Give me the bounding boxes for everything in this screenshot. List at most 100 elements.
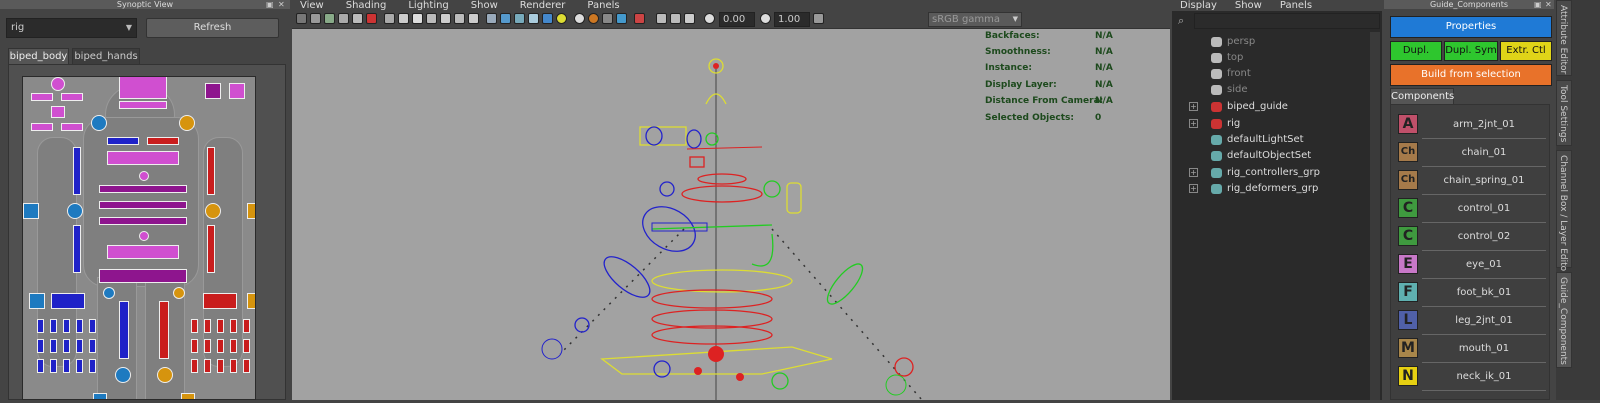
upperarm-r-control[interactable]	[73, 147, 81, 195]
spine-1-control[interactable]	[99, 185, 187, 193]
image-plane-icon[interactable]	[338, 13, 349, 24]
head-control[interactable]	[119, 77, 167, 99]
hand-ik-r-control[interactable]	[29, 293, 45, 309]
outliner-item-rig-controllers-grp[interactable]: + rig_controllers_grp	[1172, 165, 1370, 181]
finger-r-5b[interactable]	[89, 339, 96, 353]
finger-r-4b[interactable]	[76, 339, 83, 353]
finger-r-3c[interactable]	[63, 359, 70, 373]
gate-mask-icon[interactable]	[426, 13, 437, 24]
default-light-icon[interactable]	[556, 13, 567, 24]
2d-pan-zoom-icon[interactable]	[352, 13, 363, 24]
grease-pencil-icon[interactable]	[366, 13, 377, 24]
outliner-item-defaultlightset[interactable]: defaultLightSet	[1172, 132, 1370, 148]
finger-l-3a[interactable]	[217, 319, 224, 333]
expand-icon[interactable]: +	[1189, 184, 1198, 193]
outliner-item-defaultobjectset[interactable]: defaultObjectSet	[1172, 148, 1370, 164]
menu-view[interactable]: View	[300, 0, 324, 11]
bookmarks-icon[interactable]	[324, 13, 335, 24]
finger-r-1a[interactable]	[37, 319, 44, 333]
extr-ctl-button[interactable]: Extr. Ctl	[1500, 41, 1552, 61]
xray-icon[interactable]	[656, 13, 667, 24]
finger-r-5a[interactable]	[89, 319, 96, 333]
shoulder-l-control[interactable]	[179, 115, 195, 131]
float-icon[interactable]: ▣	[266, 0, 274, 9]
outliner-item-rig-deformers-grp[interactable]: + rig_deformers_grp	[1172, 181, 1370, 197]
arm-pv-l-control[interactable]	[247, 203, 255, 219]
resolution-gate-icon[interactable]	[412, 13, 423, 24]
leg-pv-r-control[interactable]	[93, 393, 107, 399]
spine-2-control[interactable]	[99, 201, 187, 209]
forearm-l-control[interactable]	[207, 225, 215, 273]
mouth-r-control[interactable]	[31, 123, 53, 131]
arm-pv-r-control[interactable]	[23, 203, 39, 219]
film-gate-icon[interactable]	[398, 13, 409, 24]
finger-r-3b[interactable]	[63, 339, 70, 353]
expand-icon[interactable]: +	[1189, 119, 1198, 128]
finger-r-4a[interactable]	[76, 319, 83, 333]
expand-icon[interactable]: +	[1189, 168, 1198, 177]
component-leg-2jnt[interactable]: Lleg_2jnt_01	[1398, 308, 1548, 335]
menu-renderer[interactable]: Renderer	[520, 0, 566, 11]
hip-r-control[interactable]	[103, 287, 115, 299]
finger-r-1b[interactable]	[37, 339, 44, 353]
leg-pv-l-control[interactable]	[181, 393, 195, 399]
finger-l-3c[interactable]	[217, 359, 224, 373]
clavicle-l-control[interactable]	[147, 137, 179, 145]
gamma-field[interactable]: 1.00	[774, 12, 810, 27]
menu-shading[interactable]: Shading	[346, 0, 387, 11]
finger-l-3b[interactable]	[217, 339, 224, 353]
clavicle-r-control[interactable]	[107, 137, 139, 145]
anti-aliasing-icon[interactable]	[616, 13, 627, 24]
finger-l-2a[interactable]	[204, 319, 211, 333]
close-icon[interactable]: ✕	[1545, 0, 1552, 9]
thigh-l-control[interactable]	[159, 301, 169, 359]
component-foot-bk[interactable]: Ffoot_bk_01	[1398, 280, 1548, 307]
color-space-select[interactable]: sRGB gamma ▼	[928, 12, 1022, 27]
dupl-sym-button[interactable]: Dupl. Sym	[1444, 41, 1498, 61]
finger-r-2c[interactable]	[50, 359, 57, 373]
properties-button[interactable]: Properties	[1390, 16, 1552, 38]
spine-3-control[interactable]	[99, 217, 187, 225]
hip-l-control[interactable]	[173, 287, 185, 299]
elbow-r-control[interactable]	[67, 203, 83, 219]
neck-control[interactable]	[119, 101, 167, 109]
outliner-item-rig[interactable]: + rig	[1172, 116, 1370, 132]
xray-active-components-icon[interactable]	[670, 13, 681, 24]
menu-show[interactable]: Show	[1235, 0, 1262, 11]
outliner-scrollbar[interactable]	[1370, 32, 1380, 400]
finger-r-2b[interactable]	[50, 339, 57, 353]
menu-lighting[interactable]: Lighting	[408, 0, 448, 11]
elbow-l-control[interactable]	[205, 203, 221, 219]
side-tab-guide-components[interactable]: Guide_Components	[1556, 272, 1572, 368]
finger-l-5a[interactable]	[243, 319, 250, 333]
build-from-selection-button[interactable]: Build from selection	[1390, 64, 1552, 86]
exposure-icon[interactable]	[704, 13, 715, 24]
hand-l-control[interactable]	[203, 293, 237, 309]
component-chain-spring[interactable]: Ch chain_spring_01	[1398, 168, 1548, 195]
field-chart-icon[interactable]	[440, 13, 451, 24]
nose-control[interactable]	[51, 106, 65, 118]
upperarm-l-control[interactable]	[207, 147, 215, 195]
textured-icon[interactable]	[528, 13, 539, 24]
smooth-shade-icon[interactable]	[500, 13, 511, 24]
float-icon[interactable]: ▣	[1534, 0, 1542, 9]
mouth-l-control[interactable]	[61, 123, 83, 131]
close-icon[interactable]: ✕	[278, 0, 285, 9]
exposure-field[interactable]: 0.00	[719, 12, 755, 27]
menu-display[interactable]: Display	[1180, 0, 1217, 11]
rig-select[interactable]: rig ▼	[6, 18, 137, 38]
side-tab-channel-box[interactable]: Channel Box / Layer Editor	[1556, 150, 1572, 275]
finger-l-2b[interactable]	[204, 339, 211, 353]
shadows-icon[interactable]	[574, 13, 585, 24]
finger-l-2c[interactable]	[204, 359, 211, 373]
head-ik-control[interactable]	[51, 77, 65, 91]
eyebrow-r-control[interactable]	[31, 93, 53, 101]
side-tab-tool-settings[interactable]: Tool Settings	[1556, 80, 1572, 146]
camera-attributes-icon[interactable]	[310, 13, 321, 24]
finger-l-1a[interactable]	[191, 319, 198, 333]
tab-biped-hands[interactable]: biped_hands	[72, 48, 140, 65]
finger-l-5b[interactable]	[243, 339, 250, 353]
finger-l-4b[interactable]	[230, 339, 237, 353]
thigh-r-control[interactable]	[119, 301, 129, 359]
component-control-01[interactable]: Ccontrol_01	[1398, 196, 1548, 223]
